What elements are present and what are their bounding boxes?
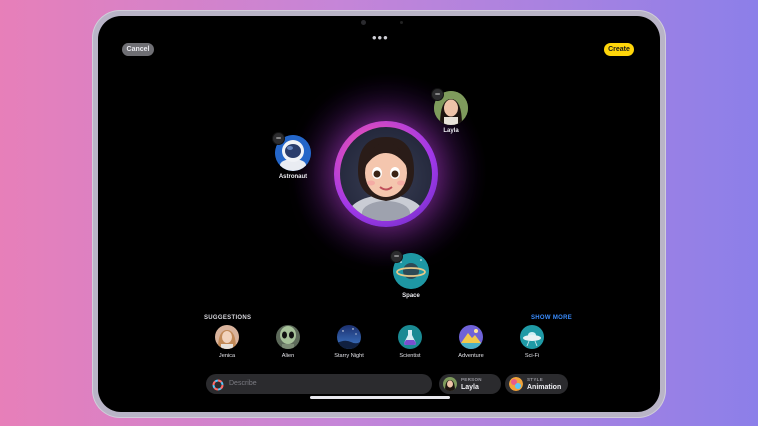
suggestion-jenica[interactable]: Jenica — [197, 325, 257, 359]
person-chip[interactable]: PERSON Layla — [439, 374, 501, 394]
suggestion-label: Adventure — [458, 353, 484, 359]
suggestion-label: Alien — [281, 353, 295, 359]
bubble-label: Astronaut — [278, 174, 308, 180]
alien-icon — [276, 325, 300, 349]
bubble-label: Layla — [443, 128, 459, 134]
remove-icon[interactable]: − — [390, 250, 403, 263]
flask-icon — [398, 325, 422, 349]
style-caption: STYLE — [527, 377, 544, 382]
camera — [361, 20, 366, 25]
color-wheel-icon — [212, 378, 224, 391]
describe-input[interactable]: Describe — [206, 374, 432, 394]
more-dots-icon[interactable]: ••• — [372, 31, 389, 44]
person-photo-icon — [215, 325, 239, 349]
image-preview[interactable] — [334, 121, 438, 227]
tablet-frame: ••• Cancel Create − Layla − Astronaut − … — [92, 10, 666, 418]
ufo-icon — [520, 325, 544, 349]
starry-night-icon — [337, 325, 361, 349]
astronaut-avatar-icon — [340, 127, 432, 221]
suggestion-label: Scientist — [399, 353, 421, 359]
remove-icon[interactable]: − — [272, 132, 285, 145]
cancel-button[interactable]: Cancel — [122, 43, 154, 56]
suggestion-adventure[interactable]: Adventure — [441, 325, 501, 359]
person-value: Layla — [461, 384, 479, 391]
person-photo-icon — [443, 377, 457, 391]
show-more-button[interactable]: SHOW MORE — [531, 315, 572, 321]
suggestions-title: SUGGESTIONS — [204, 315, 252, 321]
suggestion-alien[interactable]: Alien — [258, 325, 318, 359]
style-value: Animation — [527, 384, 562, 391]
describe-placeholder: Describe — [229, 380, 257, 387]
remove-icon[interactable]: − — [431, 88, 444, 101]
suggestion-label: Starry Night — [334, 353, 364, 359]
style-chip[interactable]: STYLE Animation — [505, 374, 568, 394]
sensor — [400, 21, 403, 24]
suggestion-scientist[interactable]: Scientist — [380, 325, 440, 359]
create-button[interactable]: Create — [604, 43, 634, 56]
suggestion-label: Jenica — [218, 353, 236, 359]
mountains-icon — [459, 325, 483, 349]
suggestion-sci-fi[interactable]: Sci-Fi — [502, 325, 562, 359]
bubble-label: Space — [402, 293, 420, 299]
style-palette-icon — [509, 377, 523, 391]
suggestion-starry-night[interactable]: Starry Night — [319, 325, 379, 359]
suggestion-label: Sci-Fi — [524, 353, 540, 359]
home-indicator[interactable] — [310, 396, 450, 399]
screen: ••• Cancel Create − Layla − Astronaut − … — [98, 16, 660, 412]
person-caption: PERSON — [461, 377, 482, 382]
